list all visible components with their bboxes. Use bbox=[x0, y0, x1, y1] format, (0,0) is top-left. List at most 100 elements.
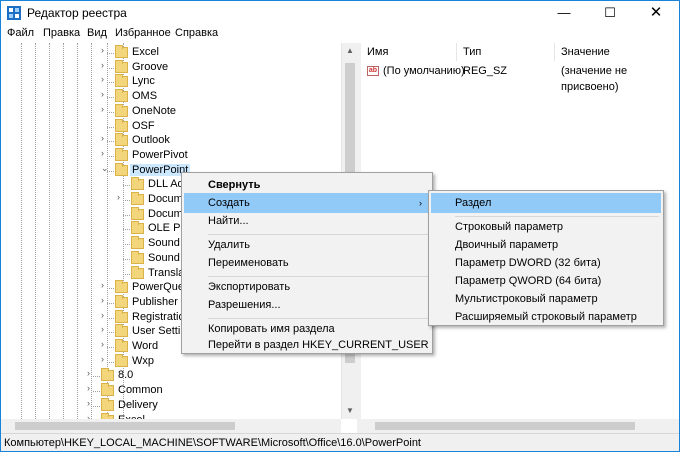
folder-icon bbox=[115, 118, 128, 132]
menu-item-copy-key-name[interactable]: Копировать имя раздела bbox=[184, 319, 430, 339]
tree-item-label: PowerPivot bbox=[132, 148, 188, 161]
string-value-icon: ab bbox=[367, 66, 379, 76]
tree-item-label: Common bbox=[118, 384, 163, 397]
folder-icon bbox=[131, 192, 144, 205]
menu-help[interactable]: Справка bbox=[175, 27, 218, 39]
menu-view[interactable]: Вид bbox=[87, 27, 107, 39]
tree-item-label: Publisher bbox=[132, 295, 178, 308]
submenu-item-qword[interactable]: Параметр QWORD (64 бита) bbox=[431, 271, 661, 291]
tree-item[interactable]: OSF bbox=[1, 118, 341, 134]
submenu-arrow-icon: › bbox=[419, 198, 422, 208]
folder-icon bbox=[115, 294, 128, 308]
menu-bar: Файл Правка Вид Избранное Справка bbox=[1, 25, 679, 43]
tree-item[interactable]: › Delivery bbox=[1, 397, 341, 413]
expand-arrow-icon[interactable]: › bbox=[101, 133, 104, 143]
title-bar[interactable]: Редактор реестра — ☐ ✕ bbox=[1, 1, 679, 25]
menu-item-collapse[interactable]: Свернуть bbox=[184, 175, 430, 195]
expand-arrow-icon[interactable]: › bbox=[101, 104, 104, 114]
values-horizontal-scrollbar[interactable] bbox=[361, 419, 679, 433]
column-header-name[interactable]: Имя bbox=[361, 43, 457, 61]
menu-item-find[interactable]: Найти... bbox=[184, 211, 430, 231]
tree-item[interactable]: › Lync bbox=[1, 74, 341, 89]
tree-item[interactable]: › Groove bbox=[1, 59, 341, 75]
menu-item-rename[interactable]: Переименовать bbox=[184, 253, 430, 273]
tree-item-label: OneNote bbox=[132, 104, 177, 117]
expand-arrow-icon[interactable]: › bbox=[101, 148, 104, 158]
folder-icon bbox=[131, 236, 144, 250]
submenu-item-multi-string[interactable]: Мультистроковый параметр bbox=[431, 289, 661, 309]
value-data: (значение не присвоено) bbox=[561, 65, 628, 93]
status-bar: Компьютер\HKEY_LOCAL_MACHINE\SOFTWARE\Mi… bbox=[1, 433, 679, 451]
expand-arrow-icon[interactable]: › bbox=[101, 74, 104, 84]
folder-icon bbox=[115, 45, 128, 58]
expand-arrow-icon[interactable]: › bbox=[101, 354, 104, 364]
window-title: Редактор реестра bbox=[27, 6, 127, 20]
folder-icon bbox=[131, 265, 144, 279]
folder-icon bbox=[115, 147, 128, 161]
collapse-arrow-icon[interactable]: ⌄ bbox=[101, 163, 109, 174]
folder-icon bbox=[115, 353, 128, 367]
create-submenu: Раздел Строковый параметр Двоичный парам… bbox=[428, 190, 664, 326]
expand-arrow-icon[interactable]: › bbox=[87, 383, 90, 393]
expand-arrow-icon[interactable]: › bbox=[101, 310, 104, 320]
folder-icon bbox=[115, 324, 128, 338]
menu-favorites[interactable]: Избранное bbox=[115, 27, 171, 39]
tree-item-label: Groove bbox=[132, 60, 169, 73]
folder-icon bbox=[115, 74, 128, 88]
tree-item-label: Sound bbox=[148, 237, 180, 250]
tree-item[interactable]: › PowerPivot bbox=[1, 147, 341, 163]
expand-arrow-icon[interactable]: › bbox=[101, 45, 104, 55]
submenu-item-binary[interactable]: Двоичный параметр bbox=[431, 235, 661, 255]
tree-item[interactable]: › Outlook bbox=[1, 133, 341, 148]
expand-arrow-icon[interactable]: › bbox=[101, 280, 104, 290]
tree-item[interactable]: › OMS bbox=[1, 89, 341, 104]
close-button[interactable]: ✕ bbox=[633, 1, 679, 25]
tree-item[interactable]: › 8.0 bbox=[1, 368, 341, 383]
registry-editor-icon bbox=[7, 6, 21, 20]
expand-arrow-icon[interactable]: › bbox=[101, 60, 104, 70]
expand-arrow-icon[interactable]: › bbox=[101, 295, 104, 305]
menu-item-create-label: Создать bbox=[208, 197, 250, 209]
minimize-button[interactable]: — bbox=[541, 1, 587, 25]
expand-arrow-icon[interactable]: › bbox=[117, 192, 120, 202]
menu-file[interactable]: Файл bbox=[7, 27, 34, 39]
menu-edit[interactable]: Правка bbox=[43, 27, 80, 39]
submenu-item-dword[interactable]: Параметр DWORD (32 бита) bbox=[431, 253, 661, 273]
menu-item-permissions[interactable]: Разрешения... bbox=[184, 295, 430, 315]
submenu-item-key[interactable]: Раздел bbox=[431, 193, 661, 213]
tree-item-label: Wxp bbox=[132, 354, 154, 367]
submenu-item-string[interactable]: Строковый параметр bbox=[431, 217, 661, 237]
context-menu: Свернуть Создать › Найти... Удалить Пере… bbox=[181, 172, 433, 354]
folder-icon bbox=[101, 383, 114, 397]
tree-item[interactable]: › OneNote bbox=[1, 103, 341, 119]
folder-icon bbox=[101, 368, 114, 382]
tree-item-label: Word bbox=[132, 340, 159, 352]
tree-item[interactable]: › Wxp bbox=[1, 353, 341, 369]
scroll-down-arrow-icon[interactable]: ▼ bbox=[342, 403, 357, 419]
tree-horizontal-scrollbar[interactable] bbox=[1, 419, 341, 433]
expand-arrow-icon[interactable]: › bbox=[87, 368, 90, 378]
menu-item-create[interactable]: Создать › bbox=[184, 193, 430, 213]
expand-arrow-icon[interactable]: › bbox=[101, 89, 104, 99]
scrollbar-thumb[interactable] bbox=[375, 422, 635, 430]
submenu-item-expandable-string[interactable]: Расширяемый строковый параметр bbox=[431, 307, 661, 327]
scroll-up-arrow-icon[interactable]: ▲ bbox=[342, 43, 357, 59]
folder-icon bbox=[115, 280, 128, 294]
column-header-value[interactable]: Значение bbox=[555, 43, 679, 61]
expand-arrow-icon[interactable]: › bbox=[101, 339, 104, 349]
tree-item-label: Delivery bbox=[118, 398, 158, 411]
folder-icon bbox=[115, 59, 128, 73]
scrollbar-thumb[interactable] bbox=[15, 422, 235, 430]
tree-item[interactable]: › Excel bbox=[1, 45, 341, 60]
expand-arrow-icon[interactable]: › bbox=[101, 324, 104, 334]
folder-icon bbox=[101, 397, 114, 411]
expand-arrow-icon[interactable]: › bbox=[87, 398, 90, 408]
tree-item[interactable]: › Common bbox=[1, 383, 341, 398]
tree-item-label: OSF bbox=[132, 119, 155, 132]
column-header-type[interactable]: Тип bbox=[457, 43, 555, 61]
menu-item-goto-hkcu[interactable]: Перейти в раздел HKEY_CURRENT_USER bbox=[184, 337, 430, 353]
maximize-button[interactable]: ☐ bbox=[587, 1, 633, 25]
menu-item-delete[interactable]: Удалить bbox=[184, 235, 430, 255]
folder-icon bbox=[131, 250, 144, 264]
menu-item-export[interactable]: Экспортировать bbox=[184, 277, 430, 297]
